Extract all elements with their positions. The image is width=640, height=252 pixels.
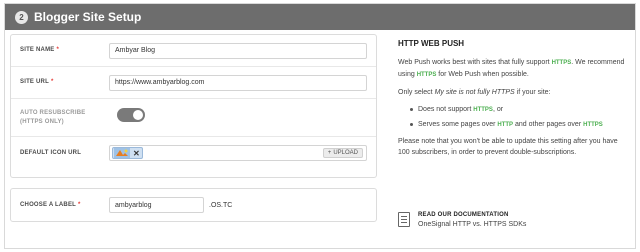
required-asterisk: *	[56, 47, 60, 53]
site-name-label: SITE NAME *	[20, 47, 60, 53]
documentation-text: READ OUR DOCUMENTATION OneSignal HTTP vs…	[418, 212, 526, 228]
upload-button[interactable]: + UPLOAD	[322, 148, 363, 158]
domain-suffix: .OS.TC	[209, 201, 233, 209]
form-column: SITE NAME * Ambyar Blog SITE URL * https:/…	[10, 34, 377, 222]
required-asterisk: *	[50, 79, 54, 85]
info-paragraph-3: Please note that you won't be able to up…	[398, 138, 618, 156]
documentation-link[interactable]: READ OUR DOCUMENTATION OneSignal HTTP vs…	[398, 212, 526, 228]
plus-icon: +	[327, 150, 332, 156]
section-header: 2 Blogger Site Setup	[5, 4, 635, 30]
default-icon-label: DEFAULT ICON URL	[20, 149, 82, 156]
site-url-input[interactable]: https://www.ambyarblog.com	[109, 74, 367, 91]
site-url-row: SITE URL * https://www.ambyarblog.com	[11, 67, 376, 99]
site-settings-card: SITE NAME * Ambyar Blog SITE URL * https:/…	[10, 34, 377, 178]
document-icon	[398, 212, 410, 227]
info-bullet: Does not support HTTPS, or	[410, 104, 630, 116]
default-icon-field[interactable]: ✕ + UPLOAD	[109, 145, 367, 161]
auto-resubscribe-toggle[interactable]	[117, 108, 145, 122]
site-url-label: SITE URL *	[20, 79, 54, 85]
label-input[interactable]: ambyarblog	[109, 197, 204, 213]
required-asterisk: *	[78, 201, 81, 208]
toggle-knob	[133, 110, 143, 120]
documentation-title: READ OUR DOCUMENTATION	[418, 212, 509, 218]
info-column: HTTP WEB PUSH Web Push works best with s…	[398, 38, 630, 164]
site-name-row: SITE NAME * Ambyar Blog	[11, 35, 376, 67]
upload-label: UPLOAD	[333, 150, 358, 156]
info-paragraph-1: Web Push works best with sites that full…	[398, 59, 625, 78]
choose-label-row: CHOOSE A LABEL * ambyarblog .OS.TC	[11, 189, 376, 221]
label-card: CHOOSE A LABEL * ambyarblog .OS.TC	[10, 188, 377, 222]
info-paragraph-2: Only select My site is not fully HTTPS i…	[398, 89, 551, 96]
section-title: Blogger Site Setup	[34, 10, 142, 24]
info-title: HTTP WEB PUSH	[398, 39, 465, 48]
icon-preview-chip: ✕	[112, 147, 143, 159]
default-icon-row: DEFAULT ICON URL ✕ + UPLOAD	[11, 137, 376, 169]
site-name-input[interactable]: Ambyar Blog	[109, 42, 367, 59]
remove-icon-button[interactable]: ✕	[133, 149, 140, 158]
step-number-badge: 2	[15, 10, 28, 24]
info-bullet: Serves some pages over HTTP and other pa…	[410, 119, 630, 131]
icon-thumbnail	[114, 148, 130, 158]
choose-label-label: CHOOSE A LABEL *	[20, 201, 81, 208]
info-bullet-list: Does not support HTTPS, or Serves some p…	[410, 104, 630, 131]
auto-resubscribe-label: AUTO RESUBSCRIBE (HTTPS ONLY)	[20, 109, 86, 125]
auto-resubscribe-row: AUTO RESUBSCRIBE (HTTPS ONLY)	[11, 99, 376, 137]
documentation-link-text[interactable]: OneSignal HTTP vs. HTTPS SDKs	[418, 221, 526, 228]
